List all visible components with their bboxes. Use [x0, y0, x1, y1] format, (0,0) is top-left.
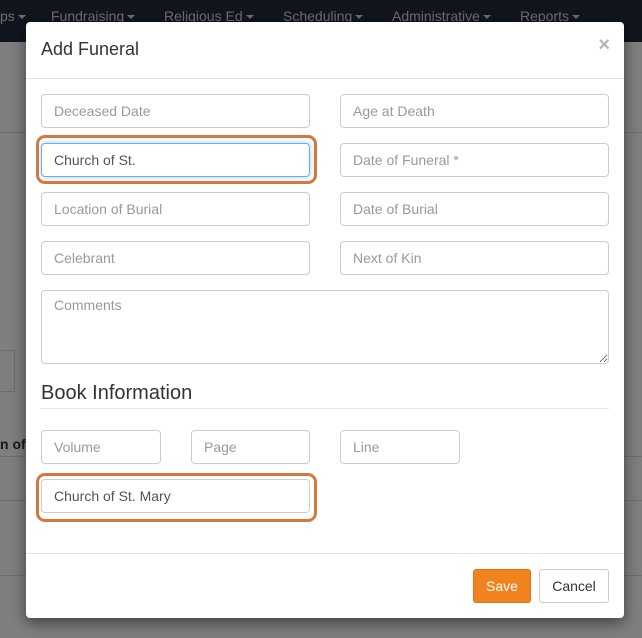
deceased-date-input[interactable] [41, 94, 310, 128]
footer-divider [26, 553, 624, 554]
book-information-heading: Book Information [41, 382, 193, 404]
church-book-input[interactable] [41, 479, 310, 513]
save-button[interactable]: Save [473, 569, 531, 603]
line-input[interactable] [340, 430, 460, 464]
section-divider [41, 408, 609, 409]
age-at-death-input[interactable] [340, 94, 609, 128]
volume-input[interactable] [41, 430, 161, 464]
page-input[interactable] [191, 430, 310, 464]
comments-textarea[interactable] [41, 290, 609, 364]
celebrant-input[interactable] [41, 241, 310, 275]
cancel-button[interactable]: Cancel [539, 569, 609, 603]
add-funeral-modal: Add Funeral × Book Information Save Canc… [26, 22, 624, 618]
modal-header: Add Funeral × [26, 22, 624, 79]
date-of-funeral-input[interactable] [340, 143, 609, 177]
location-of-burial-input[interactable] [41, 192, 310, 226]
close-icon[interactable]: × [598, 35, 610, 55]
next-of-kin-input[interactable] [340, 241, 609, 275]
date-of-burial-input[interactable] [340, 192, 609, 226]
church-input[interactable] [41, 143, 310, 177]
modal-title: Add Funeral [41, 39, 140, 59]
